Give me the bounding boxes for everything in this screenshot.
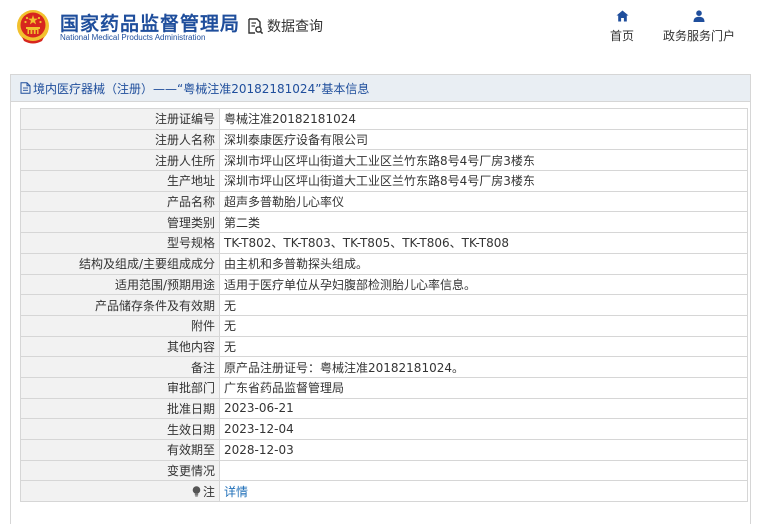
- details-link[interactable]: 详情: [224, 485, 248, 499]
- table-row: 注册人住所 深圳市坪山区坪山街道大工业区兰竹东路8号4号厂房3楼东: [20, 149, 748, 172]
- table-row: 生产地址 深圳市坪山区坪山街道大工业区兰竹东路8号4号厂房3楼东: [20, 170, 748, 192]
- table-row: 结构及组成/主要组成成分 由主机和多普勒探头组成。: [20, 252, 748, 275]
- field-value: 适用于医疗单位从孕妇腹部检测胎儿心率信息。: [219, 273, 748, 296]
- nav-home[interactable]: 首页: [606, 10, 638, 44]
- document-icon: [20, 82, 31, 94]
- field-label: 注册人名称: [20, 128, 220, 151]
- table-row: 型号规格 TK-T802、TK-T803、TK-T805、TK-T806、TK-T…: [20, 232, 748, 254]
- field-label: 注册证编号: [20, 108, 220, 130]
- lightbulb-icon: [192, 485, 201, 497]
- field-label: 审批部门: [20, 376, 220, 399]
- field-label: 生效日期: [20, 418, 220, 440]
- table-row: 备注 原产品注册证号：粤械注准20182181024。: [20, 356, 748, 378]
- table-row: 产品名称 超声多普勒胎儿心率仪: [20, 190, 748, 213]
- table-row: 注册人名称 深圳泰康医疗设备有限公司: [20, 128, 748, 151]
- field-label: 生产地址: [20, 170, 220, 192]
- note-row: 注详情: [20, 480, 748, 503]
- home-icon: [616, 10, 628, 22]
- note-value-cell: 详情: [219, 480, 748, 503]
- nav-service-label: 政务服务门户: [662, 29, 735, 43]
- field-value: TK-T802、TK-T803、TK-T805、TK-T806、TK-T808: [219, 232, 748, 254]
- field-label: 产品名称: [20, 190, 220, 213]
- detail-panel: 境内医疗器械（注册）——“粤械注准20182181024”基本信息 注册证编号粤…: [10, 74, 751, 524]
- field-value: 2023-12-04: [219, 418, 748, 440]
- note-label: 注: [202, 484, 215, 499]
- table-row: 产品储存条件及有效期无: [20, 294, 748, 316]
- field-value: 由主机和多普勒探头组成。: [219, 252, 748, 275]
- field-label: 附件: [20, 314, 220, 337]
- table-row: 适用范围/预期用途 适用于医疗单位从孕妇腹部检测胎儿心率信息。: [20, 273, 748, 296]
- search-document-icon: [248, 18, 264, 35]
- field-value: 深圳市坪山区坪山街道大工业区兰竹东路8号4号厂房3楼东: [219, 149, 748, 172]
- table-row: 批准日期 2023-06-21: [20, 397, 748, 420]
- field-value: 原产品注册证号：粤械注准20182181024。: [219, 356, 748, 378]
- site-header: 国家药品监督管理局 National Medical Products Admi…: [0, 0, 759, 60]
- field-label: 备注: [20, 356, 220, 378]
- field-label: 产品储存条件及有效期: [20, 294, 220, 316]
- field-value: [219, 459, 748, 482]
- field-value: 无: [219, 294, 748, 316]
- field-label: 管理类别: [20, 211, 220, 234]
- field-label: 有效期至: [20, 439, 220, 461]
- field-label: 型号规格: [20, 232, 220, 254]
- field-value: 2028-12-03: [219, 439, 748, 461]
- table-row: 有效期至 2028-12-03: [20, 439, 748, 461]
- info-table: 注册证编号 粤械注准20182181024 注册人名称 深圳泰康医疗设备有限公司 注册人…: [20, 108, 748, 503]
- panel-title: 境内医疗器械（注册）——“粤械注准20182181024”基本信息: [11, 75, 750, 102]
- table-row: 其他内容无: [20, 335, 748, 358]
- field-label: 变更情况: [20, 459, 220, 482]
- field-label: 其他内容: [20, 335, 220, 358]
- nav-home-label: 首页: [609, 29, 634, 43]
- table-row: 变更情况: [20, 459, 748, 482]
- table-row: 注册证编号 粤械注准20182181024: [20, 108, 748, 130]
- agency-name-cn[interactable]: 国家药品监督管理局: [60, 9, 240, 36]
- table-row: 审批部门 广东省药品监督管理局: [20, 376, 748, 399]
- panel-title-text: 境内医疗器械（注册）——“粤械注准20182181024”基本信息: [33, 81, 370, 96]
- field-label: 结构及组成/主要组成成分: [20, 252, 220, 275]
- field-label: 适用范围/预期用途: [20, 273, 220, 296]
- agency-name-en[interactable]: National Medical Products Administration: [60, 33, 205, 42]
- note-label-cell: 注: [20, 480, 220, 503]
- national-emblem-icon[interactable]: [16, 9, 50, 45]
- field-value: 深圳泰康医疗设备有限公司: [219, 128, 748, 151]
- field-value: 无: [219, 335, 748, 358]
- field-value: 2023-06-21: [219, 397, 748, 420]
- table-row: 生效日期 2023-12-04: [20, 418, 748, 440]
- data-query-link[interactable]: 数据查询: [246, 16, 323, 36]
- field-label: 注册人住所: [20, 149, 220, 172]
- table-row: 管理类别 第二类: [20, 211, 748, 234]
- field-value: 第二类: [219, 211, 748, 234]
- field-value: 粤械注准20182181024: [219, 108, 748, 130]
- field-value: 超声多普勒胎儿心率仪: [219, 190, 748, 213]
- field-value: 广东省药品监督管理局: [219, 376, 748, 399]
- field-value: 深圳市坪山区坪山街道大工业区兰竹东路8号4号厂房3楼东: [219, 170, 748, 192]
- nav-service-portal[interactable]: 政务服务门户: [658, 10, 740, 44]
- field-value: 无: [219, 314, 748, 337]
- table-row: 附件无: [20, 314, 748, 337]
- user-icon: [693, 10, 705, 22]
- data-query-label: 数据查询: [267, 19, 323, 35]
- field-label: 批准日期: [20, 397, 220, 420]
